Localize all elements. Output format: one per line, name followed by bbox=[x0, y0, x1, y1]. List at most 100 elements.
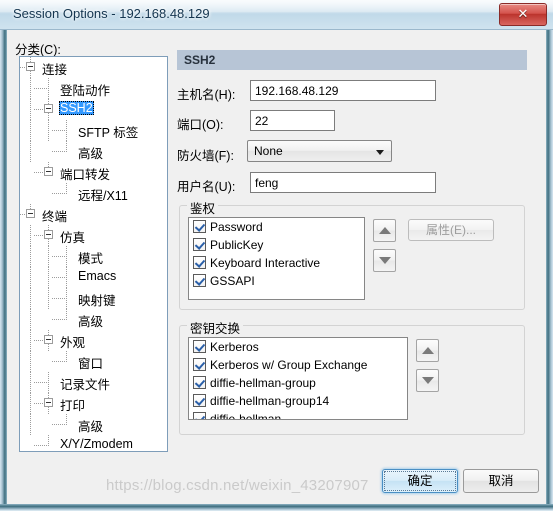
tree-item-0[interactable]: 连接 bbox=[20, 57, 167, 78]
authentication-group: 鉴权 Password PublicKey Keyboard Interactive… bbox=[179, 198, 525, 310]
tree-item-label[interactable]: 终端 bbox=[41, 206, 68, 225]
auth-item[interactable]: Password bbox=[189, 218, 364, 236]
checkbox-checked-icon[interactable] bbox=[193, 412, 206, 419]
tree-item-label[interactable]: 高级 bbox=[77, 416, 104, 435]
checkbox-checked-icon[interactable] bbox=[193, 376, 206, 389]
tree-item-label[interactable]: Emacs bbox=[77, 269, 117, 283]
tree-item-15[interactable]: 记录文件 bbox=[20, 372, 167, 393]
auth-move-down-button[interactable] bbox=[373, 249, 396, 272]
tree-item-label[interactable]: 端口转发 bbox=[59, 164, 111, 183]
kex-item[interactable]: Kerberos w/ Group Exchange bbox=[189, 356, 407, 374]
tree-item-10[interactable]: Emacs bbox=[20, 267, 167, 288]
tree-expander-icon[interactable] bbox=[44, 104, 53, 113]
username-input[interactable] bbox=[250, 172, 436, 193]
kex-move-down-button[interactable] bbox=[416, 369, 439, 392]
cancel-button[interactable]: 取消 bbox=[463, 469, 539, 493]
kex-item[interactable]: diffie-hellman-group bbox=[189, 374, 407, 392]
checkbox-checked-icon[interactable] bbox=[193, 238, 206, 251]
tree-expander-icon[interactable] bbox=[44, 335, 53, 344]
tree-item-3[interactable]: SFTP 标签 bbox=[20, 120, 167, 141]
checkbox-checked-icon[interactable] bbox=[193, 274, 206, 287]
firewall-dropdown[interactable]: None bbox=[247, 140, 392, 162]
checkbox-checked-icon[interactable] bbox=[193, 220, 206, 233]
tree-connector bbox=[30, 246, 31, 267]
tree-item-8[interactable]: 仿真 bbox=[20, 225, 167, 246]
tree-connector bbox=[34, 340, 43, 341]
tree-expander-icon[interactable] bbox=[26, 209, 35, 218]
hostname-input[interactable] bbox=[250, 80, 436, 101]
kex-item-label: diffie-hellman-group14 bbox=[210, 394, 330, 408]
tree-item-label[interactable]: 窗口 bbox=[77, 353, 104, 372]
tree-item-18[interactable]: X/Y/Zmodem bbox=[20, 435, 167, 451]
tree-item-label[interactable]: 远程/X11 bbox=[77, 185, 129, 204]
checkbox-checked-icon[interactable] bbox=[193, 358, 206, 371]
kex-move-up-button[interactable] bbox=[416, 339, 439, 362]
tree-item-label[interactable]: 高级 bbox=[77, 311, 104, 330]
tree-connector bbox=[30, 393, 31, 414]
tree-item-6[interactable]: 远程/X11 bbox=[20, 183, 167, 204]
tree-expander-icon[interactable] bbox=[26, 62, 35, 71]
auth-item[interactable]: PublicKey bbox=[189, 236, 364, 254]
tree-item-12[interactable]: 高级 bbox=[20, 309, 167, 330]
tree-item-label[interactable]: 登陆动作 bbox=[59, 80, 111, 99]
tree-item-5[interactable]: 端口转发 bbox=[20, 162, 167, 183]
dialog-client-area: 分类(C): 连接 登陆动作 SSH2 SFTP 标签 高级 端口转发 远程/X11 终端 仿真… bbox=[7, 30, 546, 504]
tree-connector bbox=[34, 235, 43, 236]
tree-item-9[interactable]: 模式 bbox=[20, 246, 167, 267]
auth-item[interactable]: Keyboard Interactive bbox=[189, 254, 364, 272]
checkbox-checked-icon[interactable] bbox=[193, 394, 206, 407]
tree-item-13[interactable]: 外观 bbox=[20, 330, 167, 351]
tree-item-label[interactable]: 连接 bbox=[41, 59, 68, 78]
key-exchange-list[interactable]: Kerberos Kerberos w/ Group Exchange diffie… bbox=[188, 337, 408, 420]
tree-item-label[interactable]: 模式 bbox=[77, 248, 104, 267]
auth-move-up-button[interactable] bbox=[373, 219, 396, 242]
close-button[interactable]: ✕ bbox=[499, 3, 547, 26]
tree-connector bbox=[30, 351, 31, 372]
tree-connector bbox=[66, 414, 67, 425]
tree-item-2[interactable]: SSH2 bbox=[20, 99, 167, 120]
pane-header-title: SSH2 bbox=[184, 53, 216, 67]
tree-item-1[interactable]: 登陆动作 bbox=[20, 78, 167, 99]
tree-item-17[interactable]: 高级 bbox=[20, 414, 167, 435]
window-frame-left bbox=[0, 0, 7, 511]
tree-connector bbox=[20, 214, 25, 215]
ssh2-settings-pane: SSH2 主机名(H): 端口(O): 防火墙(F): None 用户名(U):… bbox=[177, 50, 533, 460]
tree-connector bbox=[48, 267, 49, 288]
tree-item-7[interactable]: 终端 bbox=[20, 204, 167, 225]
tree-item-11[interactable]: 映射键 bbox=[20, 288, 167, 309]
checkbox-checked-icon[interactable] bbox=[193, 256, 206, 269]
tree-expander-icon[interactable] bbox=[44, 398, 53, 407]
tree-item-label[interactable]: SSH2 bbox=[59, 101, 94, 115]
kex-item[interactable]: Kerberos bbox=[189, 338, 407, 356]
tree-expander-icon[interactable] bbox=[44, 167, 53, 176]
tree-connector bbox=[48, 78, 49, 99]
properties-button[interactable]: 属性(E)... bbox=[408, 219, 494, 241]
port-input[interactable] bbox=[250, 110, 335, 131]
tree-item-label[interactable]: X/Y/Zmodem bbox=[59, 437, 134, 451]
tree-item-label[interactable]: 高级 bbox=[77, 143, 104, 162]
tree-connector bbox=[52, 130, 65, 131]
tree-item-label[interactable]: 仿真 bbox=[59, 227, 86, 246]
authentication-list[interactable]: Password PublicKey Keyboard Interactive GSS… bbox=[188, 217, 365, 300]
ok-button[interactable]: 确定 bbox=[382, 469, 458, 493]
checkbox-checked-icon[interactable] bbox=[193, 340, 206, 353]
tree-item-label[interactable]: 打印 bbox=[59, 395, 86, 414]
tree-item-label[interactable]: 映射键 bbox=[77, 290, 117, 309]
session-options-dialog: Session Options - 192.168.48.129 ✕ 分类(C)… bbox=[0, 0, 553, 511]
tree-item-label[interactable]: 外观 bbox=[59, 332, 86, 351]
tree-item-4[interactable]: 高级 bbox=[20, 141, 167, 162]
firewall-label: 防火墙(F): bbox=[177, 149, 234, 163]
triangle-down-icon bbox=[379, 257, 391, 264]
auth-item-label: Password bbox=[210, 220, 263, 234]
tree-item-label[interactable]: 记录文件 bbox=[59, 374, 111, 393]
kex-item[interactable]: diffie-hellman-group14 bbox=[189, 392, 407, 410]
tree-item-16[interactable]: 打印 bbox=[20, 393, 167, 414]
category-tree[interactable]: 连接 登陆动作 SSH2 SFTP 标签 高级 端口转发 远程/X11 终端 仿真 模式 Emacs… bbox=[19, 56, 168, 452]
kex-item[interactable]: diffie-hellman bbox=[189, 410, 407, 419]
window-frame-right bbox=[546, 0, 553, 511]
auth-item[interactable]: GSSAPI bbox=[189, 272, 364, 290]
tree-item-14[interactable]: 窗口 bbox=[20, 351, 167, 372]
tree-expander-icon[interactable] bbox=[44, 230, 53, 239]
tree-connector bbox=[30, 414, 31, 435]
tree-item-label[interactable]: SFTP 标签 bbox=[77, 122, 139, 141]
